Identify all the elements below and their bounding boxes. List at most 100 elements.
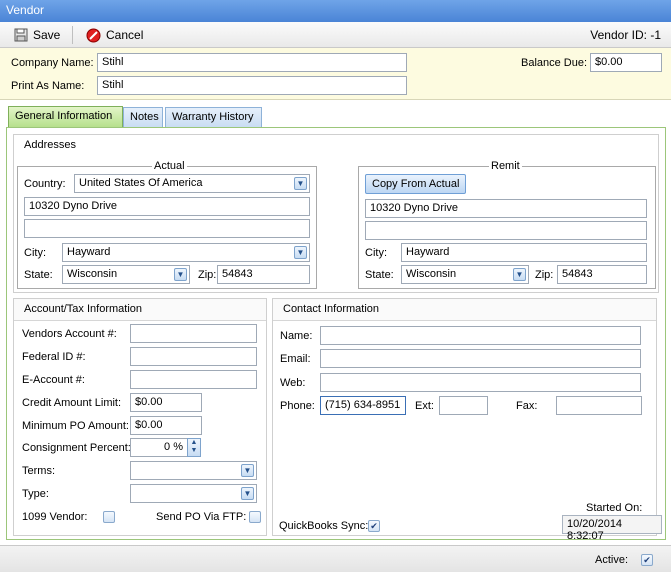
tab-strip: General Information Notes Warranty Histo… <box>0 100 671 127</box>
cancel-label: Cancel <box>106 28 144 42</box>
remit-address-line2[interactable] <box>365 221 647 240</box>
company-name-field[interactable]: Stihl <box>97 53 407 72</box>
vendors-account-field[interactable] <box>130 324 257 343</box>
cancel-button[interactable]: Cancel <box>86 25 143 45</box>
chevron-down-icon[interactable]: ▼ <box>294 177 307 190</box>
general-information-panel: Addresses Actual Country: United States … <box>6 127 666 542</box>
vendor-1099-label: 1099 Vendor: <box>22 511 88 523</box>
balance-due-label: Balance Due: <box>521 57 588 69</box>
contact-phone-field[interactable]: (715) 634-8951 <box>320 396 406 415</box>
country-value: United States Of America <box>79 177 203 189</box>
e-account-field[interactable] <box>130 370 257 389</box>
remit-state-value: Wisconsin <box>406 268 457 280</box>
min-po-field[interactable]: $0.00 <box>130 416 202 435</box>
vendor-1099-checkbox[interactable] <box>103 511 115 523</box>
chevron-down-icon[interactable]: ▼ <box>294 246 307 259</box>
actual-city-value: Hayward <box>67 246 111 258</box>
contact-name-label: Name: <box>280 330 313 342</box>
active-label: Active: <box>595 554 629 566</box>
actual-zip-field[interactable]: 54843 <box>217 265 310 284</box>
actual-city-label: City: <box>24 247 46 259</box>
toolbar: Save Cancel Vendor ID: -1 <box>0 22 671 48</box>
remit-address-box: Remit Copy From Actual 10320 Dyno Drive … <box>358 160 656 289</box>
country-select[interactable]: United States Of America ▼ <box>74 174 310 193</box>
contact-phone-label: Phone: <box>280 400 315 412</box>
e-account-label: E-Account #: <box>22 374 85 386</box>
contact-web-label: Web: <box>280 377 306 389</box>
contact-fax-field[interactable] <box>556 396 642 415</box>
remit-city-field[interactable]: Hayward <box>401 243 647 262</box>
contact-panel: Contact Information Name: Email: Web: Ph… <box>272 298 662 542</box>
vendors-account-label: Vendors Account #: <box>22 328 117 340</box>
remit-title: Remit <box>489 160 522 172</box>
contact-ext-field[interactable] <box>439 396 488 415</box>
chevron-down-icon[interactable]: ▼ <box>174 268 187 281</box>
started-on-label: Started On: <box>586 502 643 514</box>
tab-notes[interactable]: Notes <box>123 107 163 127</box>
tab-warranty-history[interactable]: Warranty History <box>165 107 262 127</box>
checkmark-icon: ✔ <box>643 555 651 565</box>
terms-select[interactable]: ▼ <box>130 461 257 480</box>
remit-zip-label: Zip: <box>535 269 554 281</box>
actual-state-label: State: <box>24 269 53 281</box>
contact-name-field[interactable] <box>320 326 641 345</box>
contact-email-label: Email: <box>280 353 311 365</box>
actual-title: Actual <box>152 160 187 172</box>
tab-general-information[interactable]: General Information <box>8 106 123 127</box>
federal-id-field[interactable] <box>130 347 257 366</box>
balance-due-field[interactable]: $0.00 <box>590 53 662 72</box>
print-as-field[interactable]: Stihl <box>97 76 407 95</box>
account-tax-panel: Account/Tax Information Vendors Account … <box>13 298 267 536</box>
vendor-header: Company Name: Stihl Print As Name: Stihl… <box>0 48 671 100</box>
remit-zip-field[interactable]: 54843 <box>557 265 647 284</box>
chevron-down-icon[interactable]: ▼ <box>241 464 254 477</box>
toolbar-separator <box>72 26 73 44</box>
window-title: Vendor <box>6 3 45 17</box>
addresses-group: Addresses Actual Country: United States … <box>13 134 659 293</box>
save-icon <box>14 28 28 42</box>
contact-email-field[interactable] <box>320 349 641 368</box>
remit-state-label: State: <box>365 269 394 281</box>
footer-bar: Active: ✔ <box>0 545 671 572</box>
actual-zip-label: Zip: <box>198 269 217 281</box>
window-title-bar: Vendor <box>0 0 671 22</box>
actual-address-box: Actual Country: United States Of America… <box>17 160 317 289</box>
federal-id-label: Federal ID #: <box>22 351 86 363</box>
chevron-down-icon[interactable]: ▼ <box>241 487 254 500</box>
min-po-label: Minimum PO Amount: <box>22 420 129 432</box>
vendor-id: Vendor ID: -1 <box>590 28 661 42</box>
chevron-down-icon[interactable]: ▼ <box>513 268 526 281</box>
remit-city-label: City: <box>365 247 387 259</box>
credit-limit-field[interactable]: $0.00 <box>130 393 202 412</box>
contact-ext-label: Ext: <box>415 400 434 412</box>
addresses-title: Addresses <box>24 139 76 151</box>
save-label: Save <box>33 28 61 42</box>
print-as-label: Print As Name: <box>11 80 85 92</box>
remit-address-line1[interactable]: 10320 Dyno Drive <box>365 199 647 218</box>
consignment-field[interactable]: 0 % <box>130 438 188 457</box>
save-button[interactable]: Save <box>14 25 60 45</box>
country-label: Country: <box>24 178 66 190</box>
type-select[interactable]: ▼ <box>130 484 257 503</box>
spin-up-icon[interactable]: ▲ <box>188 439 200 447</box>
copy-from-actual-button[interactable]: Copy From Actual <box>365 174 467 194</box>
contact-fax-label: Fax: <box>516 400 538 412</box>
remit-state-select[interactable]: Wisconsin ▼ <box>401 265 529 284</box>
actual-state-select[interactable]: Wisconsin ▼ <box>62 265 190 284</box>
cancel-icon <box>86 28 101 42</box>
consignment-spinner[interactable]: ▲ ▼ <box>187 438 201 457</box>
started-on-field: 10/20/2014 8:32:07 <box>562 515 662 542</box>
quickbooks-sync-checkbox[interactable]: ✔ <box>368 520 380 532</box>
contact-web-field[interactable] <box>320 373 641 392</box>
send-po-ftp-checkbox[interactable] <box>249 511 261 523</box>
company-name-label: Company Name: <box>11 57 94 69</box>
type-label: Type: <box>22 488 49 500</box>
contact-title: Contact Information <box>273 299 656 321</box>
active-checkbox[interactable]: ✔ <box>641 554 653 566</box>
actual-city-select[interactable]: Hayward ▼ <box>62 243 310 262</box>
quickbooks-sync-label: QuickBooks Sync: <box>279 520 369 532</box>
actual-address-line2[interactable] <box>24 219 310 238</box>
account-tax-title: Account/Tax Information <box>14 299 266 321</box>
spin-down-icon[interactable]: ▼ <box>188 447 200 455</box>
actual-address-line1[interactable]: 10320 Dyno Drive <box>24 197 310 216</box>
